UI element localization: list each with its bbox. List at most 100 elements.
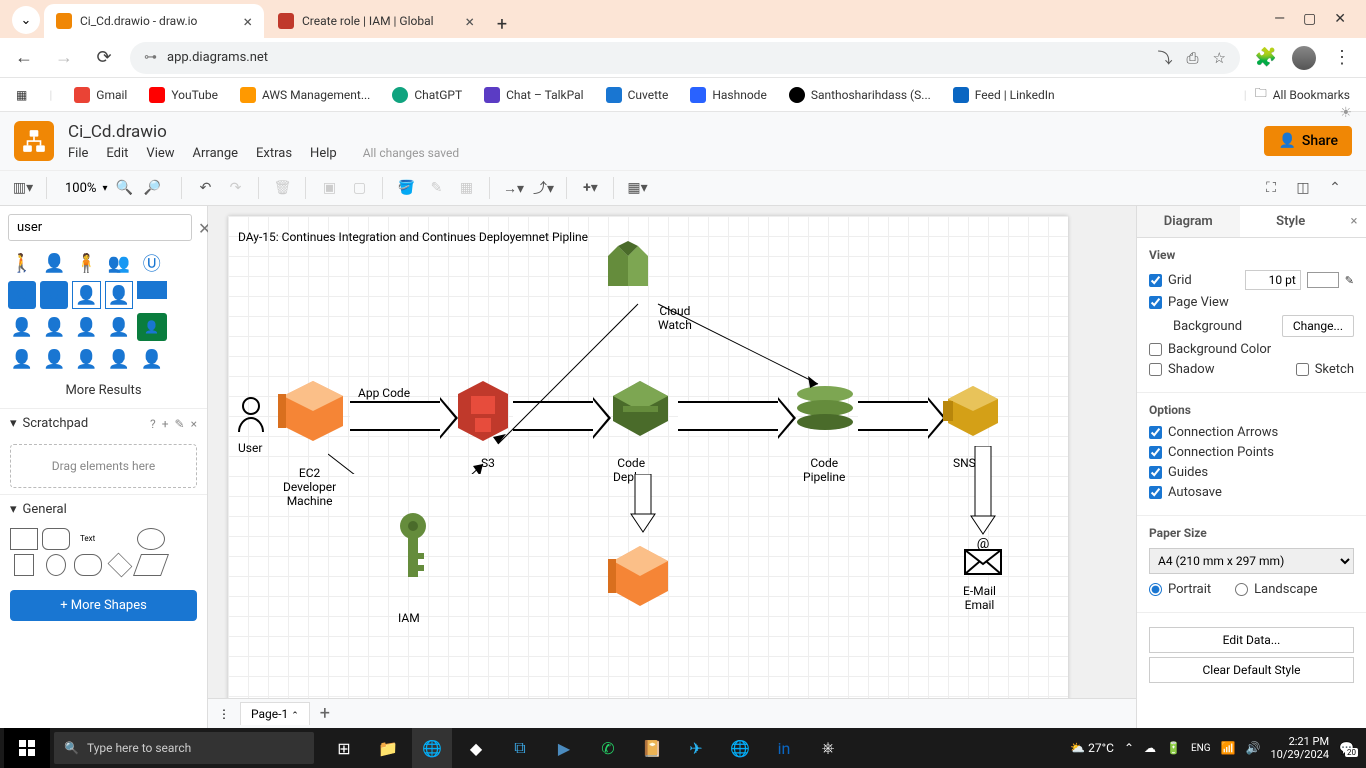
change-bg-button[interactable]: Change... <box>1282 315 1354 337</box>
shape-user-dark[interactable]: 👤 <box>8 345 36 373</box>
tray-cloud-icon[interactable]: ☁ <box>1144 741 1156 755</box>
undo-icon[interactable]: ↶ <box>194 177 216 199</box>
shape-user-outline[interactable]: 👤 <box>40 249 68 277</box>
bookmark-cuvette[interactable]: Cuvette <box>606 87 669 103</box>
tab-diagram[interactable]: Diagram <box>1137 206 1240 237</box>
app-icon-2[interactable]: 📔 <box>632 728 672 768</box>
arrow-codedeploy-pipeline[interactable] <box>678 401 778 431</box>
shape-user-box2[interactable]: 👤 <box>105 281 133 309</box>
table-icon[interactable]: ▦▾ <box>626 177 648 199</box>
screen-icon[interactable]: ⎙ <box>1187 49 1199 67</box>
shape-badge-user2[interactable]: 👤 <box>40 281 68 309</box>
fullscreen-icon[interactable]: ⛶ <box>1260 177 1282 199</box>
tray-battery-icon[interactable]: 🔋 <box>1166 741 1181 755</box>
shadow-checkbox[interactable] <box>1149 363 1162 376</box>
browser-tab-inactive[interactable]: Create role | IAM | Global × <box>266 4 486 38</box>
shape-text[interactable]: Text <box>74 528 102 550</box>
zoom-level[interactable]: 100% <box>65 181 96 196</box>
tab-style[interactable]: Style <box>1240 206 1343 237</box>
portrait-radio[interactable] <box>1149 583 1162 596</box>
shape-user-plus[interactable]: 👤 <box>105 313 133 341</box>
appearance-icon[interactable]: ☀ <box>1339 105 1352 121</box>
shape-user-circle[interactable]: Ⓤ <box>137 249 167 277</box>
share-button[interactable]: 👤 Share <box>1264 126 1352 156</box>
edit-icon[interactable]: ✎ <box>175 417 185 431</box>
bookmark-github[interactable]: Santhosharihdass (S... <box>789 87 931 103</box>
url-field[interactable]: ⊶ app.diagrams.net ⤵ ⎙ ☆ <box>130 42 1240 74</box>
menu-icon[interactable]: ⋮ <box>1328 44 1356 72</box>
shape-user-b1[interactable]: 👤 <box>40 345 68 373</box>
shape-user-blue[interactable]: 🧍 <box>72 249 100 277</box>
arrow-ec2-s3[interactable] <box>350 401 440 431</box>
explorer-icon[interactable]: 📁 <box>368 728 408 768</box>
close-window-icon[interactable]: ✕ <box>1334 11 1346 27</box>
node-codedeploy[interactable] <box>608 376 673 445</box>
menu-arrange[interactable]: Arrange <box>193 146 238 161</box>
forward-icon[interactable]: → <box>50 44 78 72</box>
notifications-icon[interactable]: 💬20 <box>1339 741 1354 755</box>
shape-user-grey[interactable]: 👤 <box>8 313 36 341</box>
shape-diamond[interactable] <box>107 553 132 578</box>
all-bookmarks[interactable]: 🗀All Bookmarks <box>1255 84 1350 105</box>
tray-clock[interactable]: 2:21 PM 10/29/2024 <box>1271 735 1330 761</box>
redo-icon[interactable]: ↷ <box>224 177 246 199</box>
paper-size-select[interactable]: A4 (210 mm x 297 mm) <box>1149 548 1354 574</box>
tray-volume-icon[interactable]: 🔊 <box>1246 741 1261 755</box>
browser-tab-active[interactable]: Ci_Cd.drawio - draw.io × <box>44 4 264 38</box>
arrow-pipeline-sns[interactable] <box>858 401 928 431</box>
shape-user-box1[interactable]: 👤 <box>72 281 100 309</box>
chrome-icon[interactable]: 🌐 <box>412 728 452 768</box>
shape-user-green[interactable]: 👤 <box>137 313 167 341</box>
node-ec2[interactable] <box>278 376 348 450</box>
app-icon-3[interactable]: ⎈ <box>808 728 848 768</box>
shape-user-gear[interactable]: 👤 <box>105 345 133 373</box>
close-icon[interactable]: × <box>243 12 252 31</box>
add-page-icon[interactable]: + <box>320 703 330 724</box>
task-view-icon[interactable]: ⊞ <box>324 728 364 768</box>
arrow-s3-codedeploy[interactable] <box>513 401 593 431</box>
shape-user-check[interactable]: 👤 <box>72 313 100 341</box>
arrow-down-sns[interactable] <box>963 446 1003 536</box>
chrome-icon-2[interactable]: 🌐 <box>720 728 760 768</box>
document-title[interactable]: Ci_Cd.drawio <box>68 122 459 142</box>
diagram-paper[interactable]: DAy-15: Continues Integration and Contin… <box>228 216 1068 728</box>
maximize-icon[interactable]: ▢ <box>1303 11 1316 27</box>
node-s3[interactable] <box>453 376 513 450</box>
new-tab-button[interactable]: + <box>488 10 516 38</box>
pageview-checkbox[interactable] <box>1149 296 1162 309</box>
menu-extras[interactable]: Extras <box>256 146 292 161</box>
guides-checkbox[interactable] <box>1149 466 1162 479</box>
shape-ellipse[interactable] <box>137 528 165 550</box>
profile-avatar[interactable] <box>1292 46 1316 70</box>
format-panel-icon[interactable]: ◫ <box>1292 177 1314 199</box>
shape-search-input[interactable] <box>8 214 192 241</box>
conn-points-checkbox[interactable] <box>1149 446 1162 459</box>
app-icon-1[interactable]: ◆ <box>456 728 496 768</box>
shape-user-b3[interactable]: 👤 <box>137 345 167 373</box>
minimize-icon[interactable]: — <box>1274 11 1285 27</box>
close-panel-icon[interactable]: × <box>1342 206 1366 237</box>
shape-user-stick[interactable]: 🚶 <box>8 249 36 277</box>
edit-data-button[interactable]: Edit Data... <box>1149 627 1354 653</box>
shape-user-pair[interactable]: 👥 <box>105 249 133 277</box>
node-codepipeline[interactable] <box>793 376 858 445</box>
bookmark-youtube[interactable]: YouTube <box>149 87 218 103</box>
shape-user-line[interactable]: 👤 <box>40 313 68 341</box>
telegram-icon[interactable]: ✈ <box>676 728 716 768</box>
shape-parallelogram[interactable] <box>133 554 169 576</box>
site-settings-icon[interactable]: ⊶ <box>144 50 157 65</box>
tray-chevron-icon[interactable]: ⌃ <box>1124 741 1134 755</box>
bookmark-chatgpt[interactable]: ChatGPT <box>392 87 462 103</box>
star-icon[interactable]: ☆ <box>1213 49 1226 67</box>
back-icon[interactable]: ← <box>10 44 38 72</box>
arrow-down-codedeploy[interactable] <box>623 474 663 534</box>
start-button[interactable] <box>4 728 50 768</box>
shape-circle[interactable] <box>46 554 66 576</box>
tray-lang-icon[interactable]: ENG <box>1191 743 1211 754</box>
weather-widget[interactable]: ⛅ 27°C <box>1070 741 1114 755</box>
pages-menu-icon[interactable]: ⋮ <box>218 707 230 721</box>
zoom-out-icon[interactable]: 🔎 <box>141 177 163 199</box>
taskbar-search[interactable]: 🔍 Type here to search <box>54 732 314 764</box>
landscape-radio[interactable] <box>1235 583 1248 596</box>
shadow-icon[interactable]: ▦ <box>455 177 477 199</box>
